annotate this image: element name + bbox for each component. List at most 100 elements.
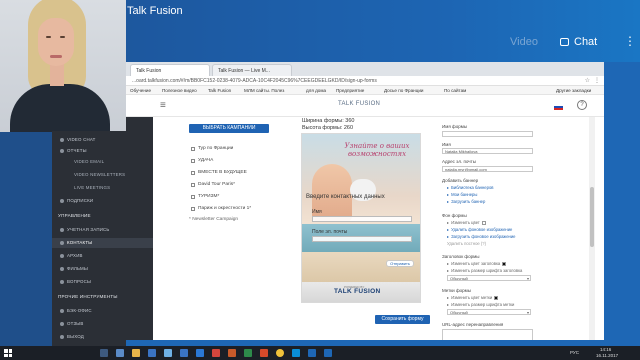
- name-label: Имя: [442, 142, 451, 147]
- chrome-icon[interactable]: [276, 349, 284, 357]
- chat-button[interactable]: Chat: [560, 36, 597, 48]
- preview-submit-button[interactable]: Отправить: [386, 260, 414, 267]
- russian-flag-icon[interactable]: [554, 104, 563, 110]
- remove-bg-image-link[interactable]: ▸ Удалить фоновое изображение: [447, 227, 512, 232]
- app-icon[interactable]: [228, 349, 236, 357]
- campaign-checkbox[interactable]: Тур по Франции: [191, 146, 233, 151]
- menu-icon[interactable]: ⋮: [594, 77, 600, 84]
- name-input[interactable]: Natalia Mikhailova: [442, 148, 533, 154]
- nav-item-logout[interactable]: ВЫХОД: [60, 334, 84, 339]
- preview-name-input[interactable]: [312, 216, 412, 222]
- nav-item-account[interactable]: УЧЕТНАЯ ЗАПИСЬ: [60, 227, 110, 232]
- scrollbar-thumb[interactable]: [590, 187, 594, 247]
- bookmark[interactable]: для дома: [306, 88, 326, 93]
- nav-item-questions[interactable]: ВОПРОСЫ: [60, 279, 91, 284]
- email-input[interactable]: natalia.myr@gmail.com: [442, 166, 533, 172]
- clock-time[interactable]: 14:16: [600, 347, 611, 352]
- nav-item-reports[interactable]: ОТЧЕТЫ: [60, 148, 87, 153]
- preview-title: Узнайте о ваших возможностях: [344, 142, 410, 158]
- nav-item-archive[interactable]: АРХИВ: [60, 253, 83, 258]
- nav-sub-video-email[interactable]: VIDEO EMAIL: [74, 159, 104, 164]
- checkbox-icon[interactable]: [191, 182, 195, 187]
- nav-item-films[interactable]: ФИЛЬМЫ: [60, 266, 88, 271]
- browser-tab[interactable]: Talk Fusion — Live M...: [212, 64, 292, 76]
- bookmark[interactable]: Обучение: [130, 88, 151, 93]
- campaign-checkbox[interactable]: David Tour Paris*: [191, 182, 235, 187]
- nav-item-video-chat[interactable]: VIDEO CHAT: [60, 137, 96, 142]
- bg-delete-text[interactable]: Удалить постное (?): [447, 241, 486, 246]
- bookmark[interactable]: По сайтам: [444, 88, 466, 93]
- bookmark[interactable]: Другие закладки: [556, 88, 591, 93]
- checkbox-icon[interactable]: [191, 158, 195, 163]
- hamburger-icon[interactable]: ≡: [160, 100, 166, 111]
- my-banners-link[interactable]: ▸ Мои баннеры: [447, 192, 477, 197]
- excel-icon[interactable]: [244, 349, 252, 357]
- nav-item-contacts[interactable]: КОНТАКТЫ: [60, 240, 92, 245]
- nav-item-back-office[interactable]: БЭК-ОФИС: [60, 308, 92, 313]
- talk-fusion-icon[interactable]: [324, 349, 332, 357]
- campaign-checkbox[interactable]: УДАЧА: [191, 158, 213, 163]
- checkbox-icon[interactable]: [191, 206, 195, 211]
- form-name-input[interactable]: [442, 131, 533, 137]
- bookmark[interactable]: Talk Fusion: [208, 88, 231, 93]
- feedback-icon: [60, 321, 64, 326]
- store-icon[interactable]: [148, 349, 156, 357]
- powerpoint-icon[interactable]: [260, 349, 268, 357]
- choose-campaign-button[interactable]: ВЫБРАТЬ КАМПАНИИ: [189, 124, 269, 133]
- label-size-label: ▸ Изменить размер шрифта метки: [447, 302, 515, 307]
- label-color-control[interactable]: ▸ Изменить цвет метки: [447, 295, 499, 300]
- banner-library-link[interactable]: ▸ Библиотека баннеров: [447, 185, 494, 190]
- clock-date[interactable]: 16.11.2017: [596, 353, 618, 358]
- checkbox-icon[interactable]: [191, 170, 195, 175]
- skype-icon[interactable]: [292, 349, 300, 357]
- app-icon[interactable]: [180, 349, 188, 357]
- campaign-checkbox[interactable]: ТУРИЗМ*: [191, 194, 219, 199]
- word-icon[interactable]: [196, 349, 204, 357]
- app-icon[interactable]: [164, 349, 172, 357]
- label-size-select[interactable]: Обычный: [447, 309, 531, 315]
- color-swatch-icon[interactable]: [481, 220, 486, 225]
- color-swatch-icon[interactable]: [502, 261, 507, 266]
- page-scrollbar[interactable]: [589, 117, 595, 346]
- site-logo[interactable]: TALK FUSION: [338, 101, 380, 107]
- explorer-icon[interactable]: [132, 349, 140, 357]
- nav-sub-live-meetings[interactable]: LIVE MEETINGS: [74, 185, 110, 190]
- bookmark[interactable]: Полезное видео: [162, 88, 197, 93]
- task-view-icon[interactable]: [100, 349, 108, 357]
- campaign-note: * Newsletter Campaign: [189, 217, 239, 222]
- bookmark[interactable]: Досье по Франции: [384, 88, 423, 93]
- language-indicator[interactable]: РУС: [570, 350, 579, 355]
- star-icon[interactable]: ☆: [585, 77, 590, 84]
- nav-sub-video-newsletters[interactable]: VIDEO NEWSLETTERS: [74, 172, 125, 177]
- preview-email-input[interactable]: [312, 236, 412, 242]
- save-form-button[interactable]: Сохранить форму: [375, 315, 430, 324]
- banner-label: Добавить баннер: [442, 178, 479, 183]
- edge-icon[interactable]: [116, 349, 124, 357]
- checkbox-icon[interactable]: [191, 146, 195, 151]
- nav-item-subscriptions[interactable]: ПОДПИСКИ: [60, 198, 93, 203]
- talk-fusion-icon[interactable]: [308, 349, 316, 357]
- logout-icon: [60, 334, 64, 339]
- checkbox-icon[interactable]: [191, 194, 195, 199]
- bg-color-control[interactable]: ▸ Изменить цвет: [447, 220, 486, 225]
- campaign-checkbox[interactable]: ВМЕСТЕ В БУДУЩЕЕ: [191, 170, 247, 175]
- video-chat-icon: [60, 137, 64, 142]
- ghost-menu-label[interactable]: Video: [510, 36, 538, 48]
- bookmark[interactable]: MЛМ сайты. Полез: [244, 88, 284, 93]
- upload-bg-image-link[interactable]: ▸ Загрузить фоновое изображение: [447, 234, 516, 239]
- more-options-icon[interactable]: ⋮: [624, 34, 636, 48]
- title-color-control[interactable]: ▸ Изменить цвет заголовка: [447, 261, 507, 266]
- questions-icon: [60, 279, 64, 284]
- bookmark[interactable]: Предприятие: [336, 88, 364, 93]
- color-swatch-icon[interactable]: [494, 295, 499, 300]
- address-bar[interactable]: ...oard.talkfusion.com/#/m/BB0FC152-0238…: [126, 76, 604, 86]
- title-size-select[interactable]: Обычный: [447, 275, 531, 281]
- pdf-icon[interactable]: [212, 349, 220, 357]
- left-nav: VIDEO CHAT ОТЧЕТЫ VIDEO EMAIL VIDEO NEWS…: [52, 131, 153, 346]
- campaign-checkbox[interactable]: Париж и окрестности 1*: [191, 206, 251, 211]
- windows-start-icon[interactable]: [4, 349, 12, 357]
- browser-tab[interactable]: Talk Fusion: [130, 64, 210, 76]
- help-icon[interactable]: ?: [577, 100, 587, 110]
- nav-item-feedback[interactable]: ОТЗЫВ: [60, 321, 84, 326]
- upload-banner-link[interactable]: ▸ Загрузить баннер: [447, 199, 485, 204]
